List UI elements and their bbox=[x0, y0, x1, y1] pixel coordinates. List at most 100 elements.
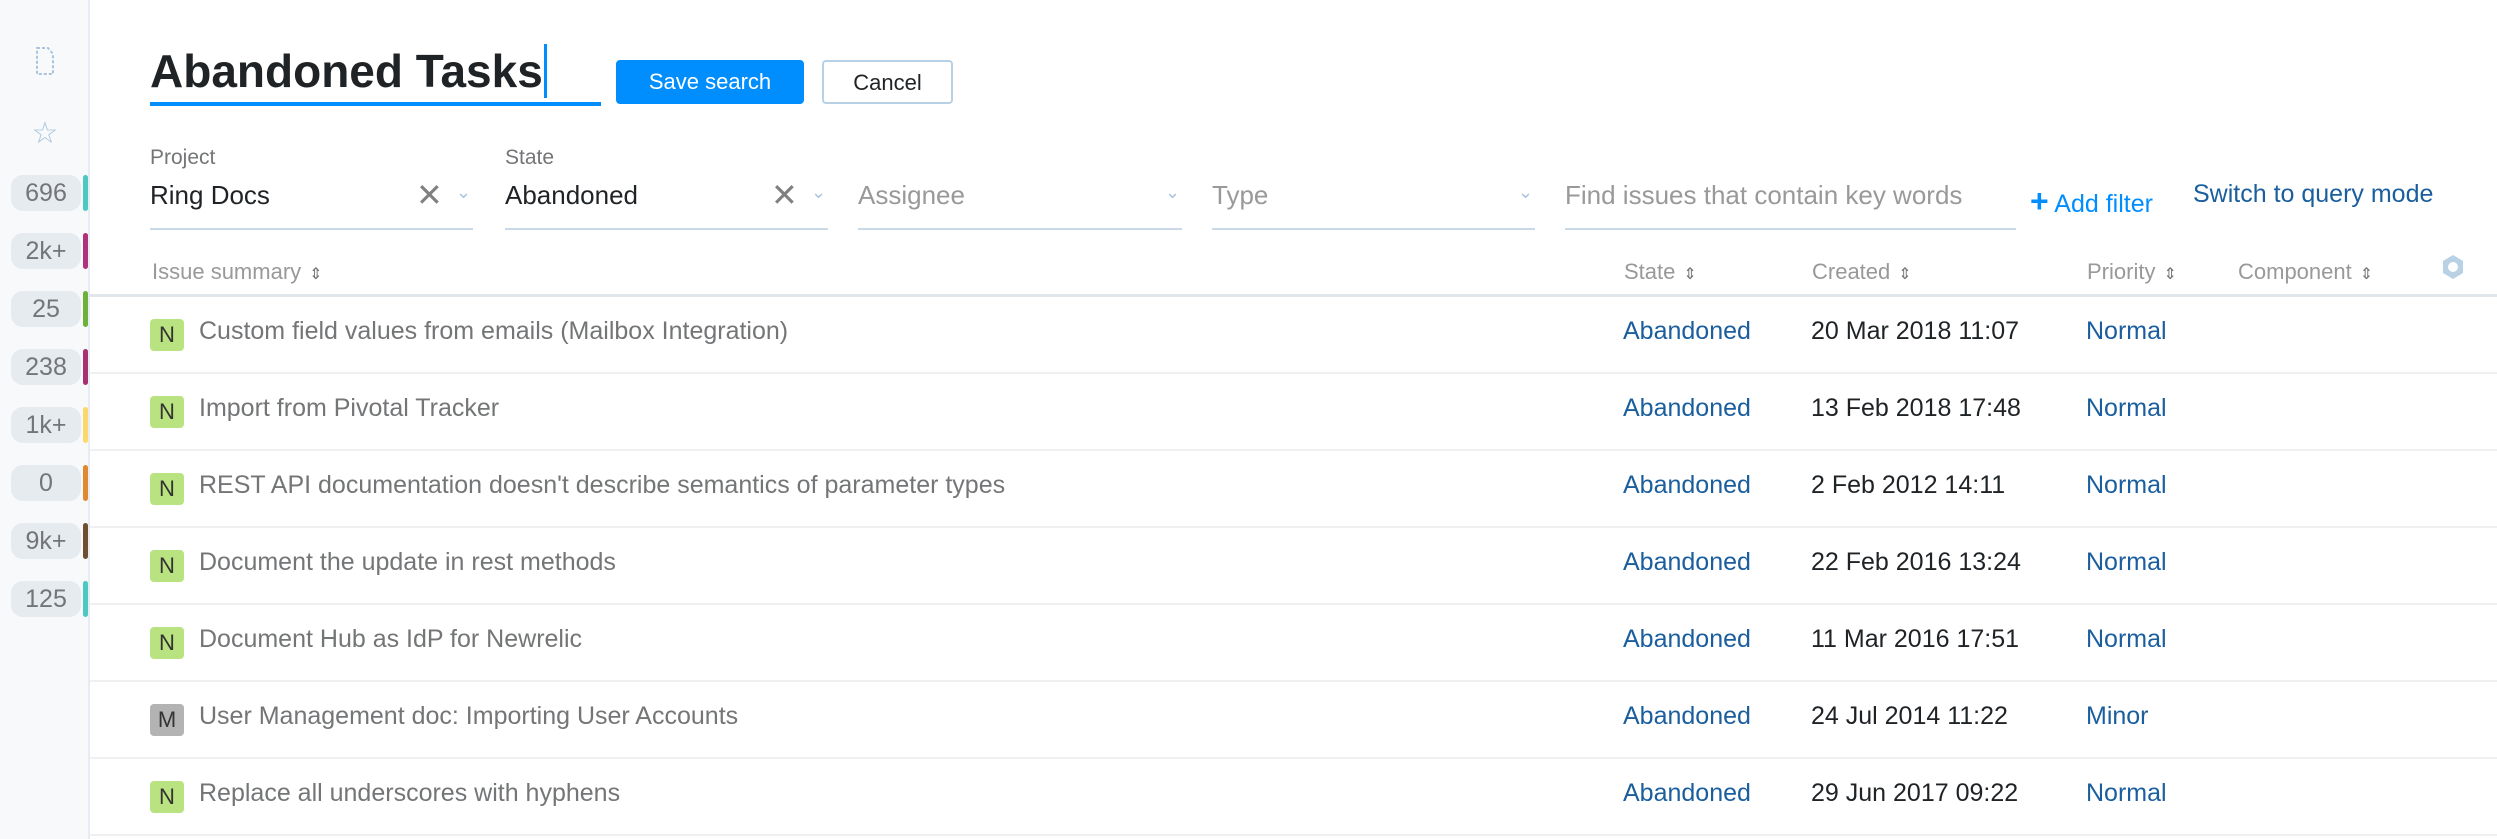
clear-icon[interactable]: ✕ bbox=[416, 176, 443, 214]
project-filter[interactable]: Project Ring Docs ✕ ⌄ bbox=[150, 140, 473, 230]
settings-gear-icon[interactable] bbox=[2440, 254, 2466, 285]
state-filter-value: Abandoned bbox=[505, 180, 639, 210]
priority-badge: M bbox=[150, 704, 184, 736]
issue-priority[interactable]: Normal bbox=[2086, 548, 2167, 577]
issue-state[interactable]: Abandoned bbox=[1623, 702, 1751, 731]
sort-icon: ⇕ bbox=[2163, 266, 2177, 283]
column-header-state[interactable]: State ⇕ bbox=[1624, 259, 1697, 285]
column-header-created[interactable]: Created ⇕ bbox=[1812, 259, 1912, 285]
issue-summary-link[interactable]: REST API documentation doesn't describe … bbox=[199, 471, 1005, 500]
column-label: Priority bbox=[2087, 259, 2156, 284]
issue-created: 24 Jul 2014 11:22 bbox=[1811, 702, 2008, 730]
counter-badge[interactable]: 125 bbox=[11, 581, 81, 617]
document-icon[interactable] bbox=[29, 45, 61, 77]
chevron-down-icon[interactable]: ⌄ bbox=[456, 182, 471, 203]
issue-summary-link[interactable]: User Management doc: Importing User Acco… bbox=[199, 702, 738, 731]
switch-to-query-mode-link[interactable]: Switch to query mode bbox=[2193, 180, 2433, 209]
table-row[interactable]: M User Management doc: Importing User Ac… bbox=[90, 682, 2497, 759]
type-filter[interactable]: Type ⌄ bbox=[1212, 140, 1535, 230]
issue-created: 11 Mar 2016 17:51 bbox=[1811, 625, 2020, 653]
counter-color-bar bbox=[83, 233, 88, 269]
chevron-down-icon[interactable]: ⌄ bbox=[1165, 182, 1180, 203]
assignee-filter[interactable]: Assignee ⌄ bbox=[858, 140, 1182, 230]
table-row[interactable]: N Replace all underscores with hyphens A… bbox=[90, 759, 2497, 836]
column-header-component[interactable]: Component ⇕ bbox=[2238, 259, 2373, 285]
project-filter-value: Ring Docs bbox=[150, 180, 270, 210]
issue-state[interactable]: Abandoned bbox=[1623, 548, 1751, 577]
title-underline bbox=[150, 102, 601, 106]
column-header-priority[interactable]: Priority ⇕ bbox=[2087, 259, 2177, 285]
issue-created: 13 Feb 2018 17:48 bbox=[1811, 394, 2021, 422]
counter-badge[interactable]: 9k+ bbox=[11, 523, 81, 559]
issue-state[interactable]: Abandoned bbox=[1623, 317, 1751, 346]
counter-badge[interactable]: 25 bbox=[11, 291, 81, 327]
issue-priority[interactable]: Normal bbox=[2086, 394, 2167, 423]
priority-badge: N bbox=[150, 396, 184, 428]
issue-created: 29 Jun 2017 09:22 bbox=[1811, 779, 2019, 807]
project-filter-label: Project bbox=[150, 146, 216, 169]
keyword-search-placeholder: Find issues that contain key words bbox=[1565, 180, 1963, 210]
keyword-search-input[interactable]: Find issues that contain key words bbox=[1565, 140, 2016, 230]
issue-created: 20 Mar 2018 11:07 bbox=[1811, 317, 2020, 345]
sort-icon: ⇕ bbox=[1683, 266, 1697, 283]
issue-summary-link[interactable]: Document the update in rest methods bbox=[199, 548, 616, 577]
priority-badge: N bbox=[150, 627, 184, 659]
table-row[interactable]: N REST API documentation doesn't describ… bbox=[90, 451, 2497, 528]
table-row[interactable]: N Custom field values from emails (Mailb… bbox=[90, 297, 2497, 374]
assignee-filter-placeholder: Assignee bbox=[858, 180, 965, 210]
counter-badge[interactable]: 0 bbox=[11, 465, 81, 501]
priority-badge: N bbox=[150, 319, 184, 351]
add-filter-label: Add filter bbox=[2054, 190, 2153, 218]
sort-icon: ⇕ bbox=[2359, 266, 2374, 283]
counter-color-bar bbox=[83, 581, 88, 617]
sort-icon: ⇕ bbox=[1898, 266, 1912, 283]
save-search-button[interactable]: Save search bbox=[616, 60, 804, 104]
issue-created: 2 Feb 2012 14:11 bbox=[1811, 471, 2006, 499]
saved-search-title-input[interactable]: Abandoned Tasks bbox=[150, 44, 547, 98]
counter-color-bar bbox=[83, 407, 88, 443]
priority-badge: N bbox=[150, 473, 184, 505]
sidebar: ☆ 696 2k+ 25 238 1k+ 0 9k+ 125 bbox=[0, 0, 90, 839]
counter-color-bar bbox=[83, 349, 88, 385]
table-row[interactable]: N Document the update in rest methods Ab… bbox=[90, 528, 2497, 605]
state-filter[interactable]: State Abandoned ✕ ⌄ bbox=[505, 140, 828, 230]
counter-badge[interactable]: 696 bbox=[11, 175, 81, 211]
sort-icon: ⇕ bbox=[309, 266, 323, 283]
issue-summary-link[interactable]: Document Hub as IdP for Newrelic bbox=[199, 625, 582, 654]
counter-color-bar bbox=[83, 523, 88, 559]
issue-priority[interactable]: Minor bbox=[2086, 702, 2149, 731]
priority-badge: N bbox=[150, 781, 184, 813]
issue-priority[interactable]: Normal bbox=[2086, 625, 2167, 654]
issue-summary-link[interactable]: Replace all underscores with hyphens bbox=[199, 779, 620, 808]
issue-summary-link[interactable]: Custom field values from emails (Mailbox… bbox=[199, 317, 788, 346]
issue-priority[interactable]: Normal bbox=[2086, 779, 2167, 808]
clear-icon[interactable]: ✕ bbox=[771, 176, 798, 214]
counter-badge[interactable]: 1k+ bbox=[11, 407, 81, 443]
table-row[interactable]: N Document Hub as IdP for Newrelic Aband… bbox=[90, 605, 2497, 682]
column-header-summary[interactable]: Issue summary ⇕ bbox=[152, 259, 323, 285]
column-label: Created bbox=[1812, 259, 1891, 284]
issue-priority[interactable]: Normal bbox=[2086, 317, 2167, 346]
counter-color-bar bbox=[83, 465, 88, 501]
table-row[interactable]: N Import from Pivotal Tracker Abandoned … bbox=[90, 374, 2497, 451]
column-label: Component bbox=[2238, 259, 2352, 284]
column-label: Issue summary bbox=[152, 259, 302, 284]
star-icon[interactable]: ☆ bbox=[29, 118, 61, 150]
issue-summary-link[interactable]: Import from Pivotal Tracker bbox=[199, 394, 499, 423]
cancel-button[interactable]: Cancel bbox=[822, 60, 953, 104]
issue-state[interactable]: Abandoned bbox=[1623, 471, 1751, 500]
chevron-down-icon[interactable]: ⌄ bbox=[811, 182, 826, 203]
column-label: State bbox=[1624, 259, 1676, 284]
issue-state[interactable]: Abandoned bbox=[1623, 394, 1751, 423]
add-filter-button[interactable]: + Add filter bbox=[2030, 183, 2153, 220]
chevron-down-icon[interactable]: ⌄ bbox=[1518, 182, 1533, 203]
issue-state[interactable]: Abandoned bbox=[1623, 779, 1751, 808]
counter-color-bar bbox=[83, 175, 88, 211]
issue-priority[interactable]: Normal bbox=[2086, 471, 2167, 500]
counter-badge[interactable]: 238 bbox=[11, 349, 81, 385]
counter-badge[interactable]: 2k+ bbox=[11, 233, 81, 269]
state-filter-label: State bbox=[505, 146, 555, 169]
issue-state[interactable]: Abandoned bbox=[1623, 625, 1751, 654]
type-filter-placeholder: Type bbox=[1212, 180, 1269, 210]
priority-badge: N bbox=[150, 550, 184, 582]
